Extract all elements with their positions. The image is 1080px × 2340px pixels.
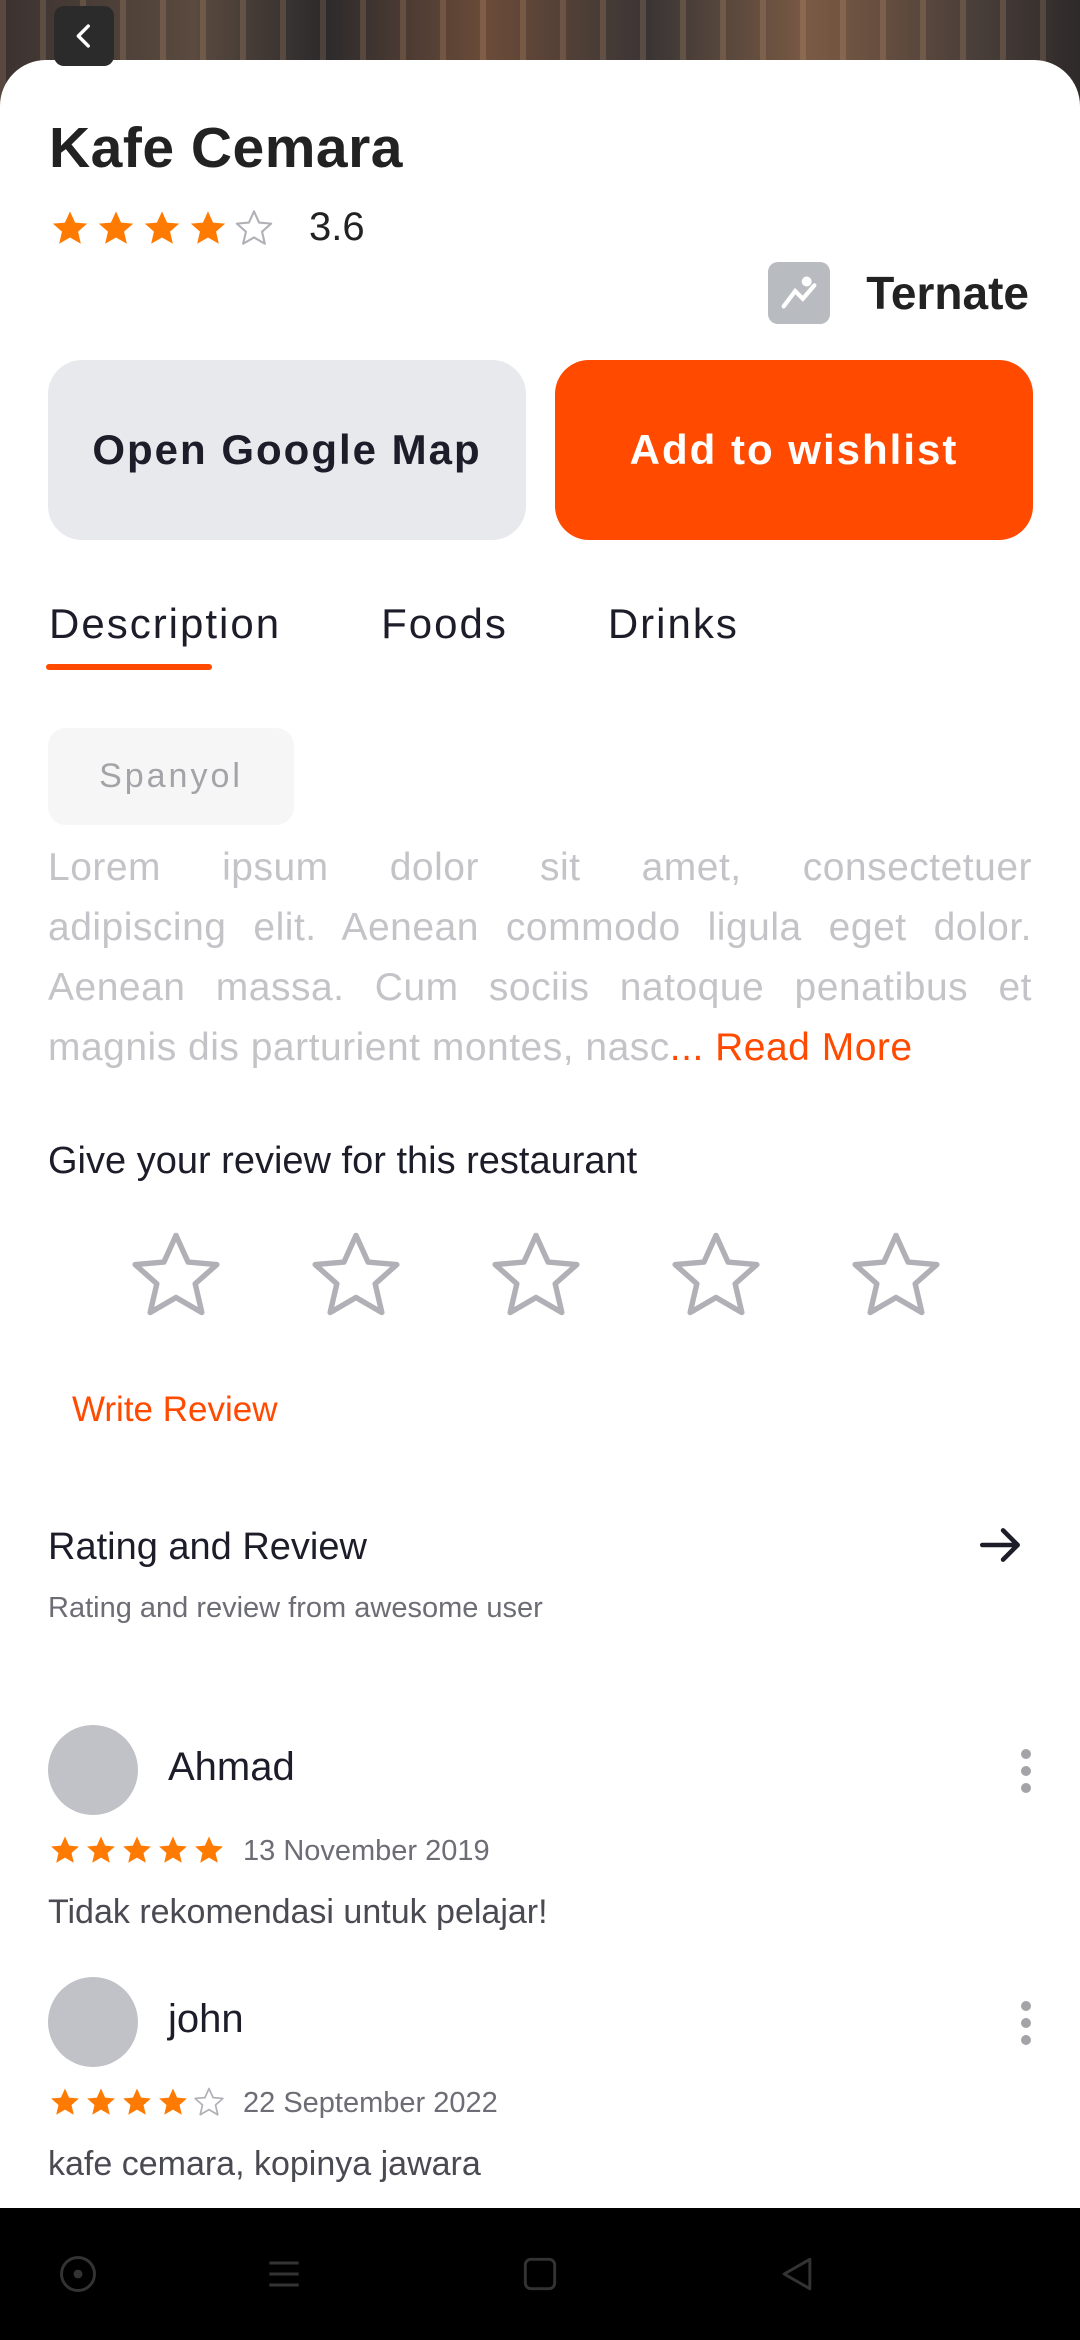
more-options-icon[interactable] xyxy=(1020,2001,1032,2045)
review-date: 22 September 2022 xyxy=(243,2087,498,2119)
review-date: 13 November 2019 xyxy=(243,1835,490,1867)
star-filled-icon xyxy=(195,1836,223,1863)
tab-drinks[interactable]: Drinks xyxy=(608,600,739,648)
description-line: magnis dis parturient montes, nasc... Re… xyxy=(48,1018,1032,1078)
tab-description[interactable]: Description xyxy=(49,600,281,648)
description-line: Aenean massa. Cum sociis natoque penatib… xyxy=(48,966,1032,1009)
review-star-button[interactable] xyxy=(306,1225,406,1325)
description-line: adipiscing elit. Aenean commodo ligula e… xyxy=(48,906,1032,949)
star-filled-icon xyxy=(144,210,180,244)
review-star-button[interactable] xyxy=(846,1225,946,1325)
chevron-left-icon xyxy=(76,24,90,48)
location: Ternate xyxy=(768,262,1029,324)
review-prompt-title: Give your review for this restaurant xyxy=(48,1140,638,1182)
read-more-link[interactable]: ... Read More xyxy=(670,1026,913,1069)
review-star-selector xyxy=(126,1225,946,1325)
description-line: Lorem ipsum dolor sit amet, consectetuer xyxy=(48,846,1032,889)
description-last-line: magnis dis parturient montes, nasc xyxy=(48,1026,670,1069)
rating-review-title: Rating and Review xyxy=(48,1526,367,1568)
star-empty-icon xyxy=(194,2087,224,2116)
rating-stars xyxy=(49,207,275,249)
restaurant-name: Kafe Cemara xyxy=(49,116,404,180)
back-button[interactable] xyxy=(54,6,114,66)
star-filled-icon xyxy=(190,210,226,244)
star-filled-icon xyxy=(51,2088,79,2115)
review-star-button[interactable] xyxy=(486,1225,586,1325)
location-name: Ternate xyxy=(866,267,1029,319)
map-placeholder-icon xyxy=(768,262,831,324)
star-filled-icon xyxy=(52,210,88,244)
square-home-icon[interactable] xyxy=(518,2252,562,2301)
review-stars xyxy=(48,2085,226,2119)
review-star-button[interactable] xyxy=(126,1225,226,1325)
cuisine-tag: Spanyol xyxy=(48,728,294,825)
star-filled-icon xyxy=(51,1836,79,1863)
review-text: kafe cemara, kopinya jawara xyxy=(48,2145,481,2183)
star-filled-icon xyxy=(87,2088,115,2115)
reviewer-name: john xyxy=(168,1997,244,2041)
rating-value: 3.6 xyxy=(309,205,365,249)
triangle-back-icon[interactable] xyxy=(775,2252,819,2301)
reviewer-name: Ahmad xyxy=(168,1745,295,1789)
tab-foods[interactable]: Foods xyxy=(381,600,508,648)
avatar xyxy=(48,1725,138,1815)
review-star-button[interactable] xyxy=(666,1225,766,1325)
star-filled-icon xyxy=(123,1836,151,1863)
star-empty-icon xyxy=(235,209,273,245)
tab-bar: Description Foods Drinks xyxy=(49,600,839,648)
star-filled-icon xyxy=(159,2088,187,2115)
write-review-button[interactable]: Write Review xyxy=(72,1390,278,1430)
menu-icon[interactable] xyxy=(262,2252,306,2301)
rating-review-subtitle: Rating and review from awesome user xyxy=(48,1592,543,1624)
review-text: Tidak rekomendasi untuk pelajar! xyxy=(48,1893,548,1931)
avatar xyxy=(48,1977,138,2067)
restaurant-rating: 3.6 xyxy=(49,205,365,250)
add-to-wishlist-button[interactable]: Add to wishlist xyxy=(555,360,1033,540)
review-stars xyxy=(48,1833,226,1867)
system-nav-bar xyxy=(0,2208,1080,2340)
circle-dot-icon[interactable] xyxy=(56,2252,100,2301)
arrow-right-icon[interactable] xyxy=(976,1520,1026,1570)
star-filled-icon xyxy=(159,1836,187,1863)
star-filled-icon xyxy=(87,1836,115,1863)
description-text: Lorem ipsum dolor sit amet, consectetuer… xyxy=(48,838,1032,1078)
open-google-map-button[interactable]: Open Google Map xyxy=(48,360,526,540)
star-filled-icon xyxy=(123,2088,151,2115)
more-options-icon[interactable] xyxy=(1020,1749,1032,1793)
active-tab-indicator xyxy=(46,664,212,670)
star-filled-icon xyxy=(98,210,134,244)
